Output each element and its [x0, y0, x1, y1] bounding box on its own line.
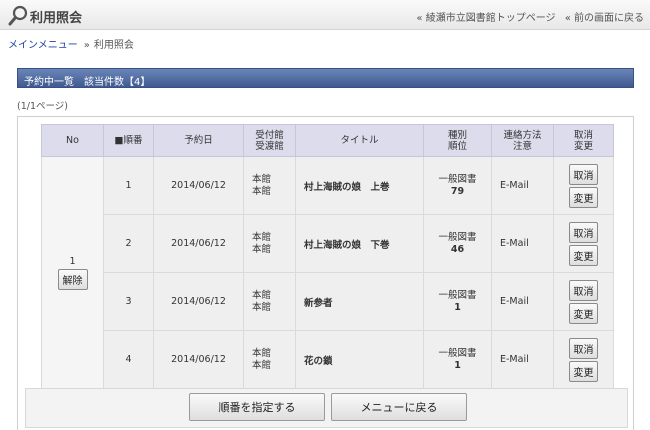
cancel-button[interactable]: 取消: [569, 337, 598, 359]
row-branch-deliver: 本館: [252, 359, 272, 371]
row-contact: E-Mail: [491, 156, 554, 215]
row-actions: 取消 変更: [553, 330, 614, 389]
table-row: 4 2014/06/12 本館 本館 花の鎖 一般図書 1 E-Mail 取消 変更: [42, 330, 614, 389]
table-row: 1 解除 1 2014/06/12 本館 本館 村上海賊の娘 上巻 一般図書 79 …: [41, 156, 614, 389]
row-actions: 取消 変更: [553, 272, 614, 331]
header-order[interactable]: ■順番: [103, 124, 154, 157]
row-rank: 1: [454, 359, 461, 371]
footer-bar: 順番を指定する メニューに戻る: [25, 388, 628, 428]
cancel-button[interactable]: 取消: [569, 163, 598, 185]
row-type: 一般図書 79: [423, 156, 492, 215]
library-top-link[interactable]: « 綾瀬市立図書館トップページ: [416, 13, 555, 24]
row-branch-receive: 本館: [252, 289, 272, 301]
row-date: 2014/06/12: [153, 272, 244, 331]
header-contact-note: 注意: [512, 140, 532, 152]
row-title: 花の鎖: [295, 330, 424, 389]
section-header: 予約中一覧 該当件数【4】: [17, 68, 634, 88]
row-branch: 本館 本館: [243, 272, 296, 331]
row-branch-receive: 本館: [252, 173, 272, 185]
table-row: 3 2014/06/12 本館 本館 新参者 一般図書 1 E-Mail 取消 変更: [42, 272, 614, 331]
magnifier-icon: [8, 5, 28, 26]
row-branch-deliver: 本館: [252, 243, 272, 255]
page-info: (1/1ページ): [17, 101, 69, 112]
change-button[interactable]: 変更: [569, 360, 598, 382]
header-contact-method: 連絡方法: [503, 129, 542, 141]
row-type-kind: 一般図書: [438, 173, 477, 185]
change-button[interactable]: 変更: [569, 244, 598, 266]
row-title: 村上海賊の娘 上巻: [295, 156, 424, 215]
row-branch-deliver: 本館: [252, 185, 272, 197]
top-links: « 綾瀬市立図書館トップページ « 前の画面に戻る: [410, 9, 644, 24]
header-branch-receive: 受付館: [255, 129, 284, 141]
header-date: 予約日: [153, 124, 244, 157]
reservation-panel: No ■順番 予約日 受付館 受渡館 タイトル 種別 順位 連絡方法 注意 取消 変更 …: [17, 116, 634, 430]
row-type-kind: 一般図書: [438, 231, 477, 243]
back-to-menu-button[interactable]: メニューに戻る: [331, 393, 467, 421]
header-change-label: 変更: [573, 140, 593, 152]
table-header-row: No ■順番 予約日 受付館 受渡館 タイトル 種別 順位 連絡方法 注意 取消 変更: [41, 124, 614, 157]
row-actions: 取消 変更: [553, 156, 614, 215]
row-branch: 本館 本館: [243, 330, 296, 389]
row-date: 2014/06/12: [153, 156, 244, 215]
header-cancel: 取消 変更: [553, 124, 614, 157]
row-title: 新参者: [295, 272, 424, 331]
row-type: 一般図書 1: [423, 272, 492, 331]
release-button[interactable]: 解除: [57, 268, 88, 290]
row-branch-receive: 本館: [252, 231, 272, 243]
breadcrumb-current: 利用照会: [93, 40, 134, 51]
row-branch-deliver: 本館: [252, 301, 272, 313]
row-type-kind: 一般図書: [438, 289, 477, 301]
top-bar: 利用照会 « 綾瀬市立図書館トップページ « 前の画面に戻る: [0, 0, 650, 30]
header-contact: 連絡方法 注意: [491, 124, 554, 157]
change-button[interactable]: 変更: [569, 186, 598, 208]
row-type: 一般図書 46: [423, 214, 492, 273]
header-branch: 受付館 受渡館: [243, 124, 296, 157]
row-rank: 1: [454, 301, 461, 313]
row-rank: 46: [450, 243, 465, 255]
row-branch: 本館 本館: [243, 156, 296, 215]
row-contact: E-Mail: [491, 214, 554, 273]
row-order: 4: [103, 330, 154, 389]
reservation-table: No ■順番 予約日 受付館 受渡館 タイトル 種別 順位 連絡方法 注意 取消 変更 …: [41, 124, 614, 389]
row-date: 2014/06/12: [153, 330, 244, 389]
row-order: 3: [103, 272, 154, 331]
group-no-cell: 1 解除: [41, 156, 104, 389]
back-link[interactable]: « 前の画面に戻る: [565, 13, 644, 24]
group-no: 1: [69, 255, 76, 267]
header-branch-deliver: 受渡館: [255, 140, 284, 152]
row-contact: E-Mail: [491, 330, 554, 389]
header-type: 種別 順位: [423, 124, 492, 157]
header-cancel-label: 取消: [573, 129, 593, 141]
row-order: 1: [103, 156, 154, 215]
header-title: タイトル: [295, 124, 424, 157]
cancel-button[interactable]: 取消: [569, 279, 598, 301]
row-type: 一般図書 1: [423, 330, 492, 389]
change-button[interactable]: 変更: [569, 302, 598, 324]
row-contact: E-Mail: [491, 272, 554, 331]
header-type-rank: 順位: [447, 140, 467, 152]
page-title: 利用照会: [30, 11, 83, 26]
row-branch: 本館 本館: [243, 214, 296, 273]
table-row: 2 2014/06/12 本館 本館 村上海賊の娘 下巻 一般図書 46 E-Mai…: [42, 214, 614, 273]
row-date: 2014/06/12: [153, 214, 244, 273]
row-title: 村上海賊の娘 下巻: [295, 214, 424, 273]
cancel-button[interactable]: 取消: [569, 221, 598, 243]
header-type-kind: 種別: [447, 129, 467, 141]
row-order: 2: [103, 214, 154, 273]
row-actions: 取消 変更: [553, 214, 614, 273]
breadcrumb: メインメニュー » 利用照会: [8, 36, 134, 51]
row-rank: 79: [450, 185, 465, 197]
breadcrumb-main-menu[interactable]: メインメニュー: [8, 40, 78, 51]
row-type-kind: 一般図書: [438, 347, 477, 359]
breadcrumb-separator: »: [83, 40, 90, 51]
specify-order-button[interactable]: 順番を指定する: [189, 393, 325, 421]
header-no: No: [41, 124, 104, 157]
row-branch-receive: 本館: [252, 347, 272, 359]
